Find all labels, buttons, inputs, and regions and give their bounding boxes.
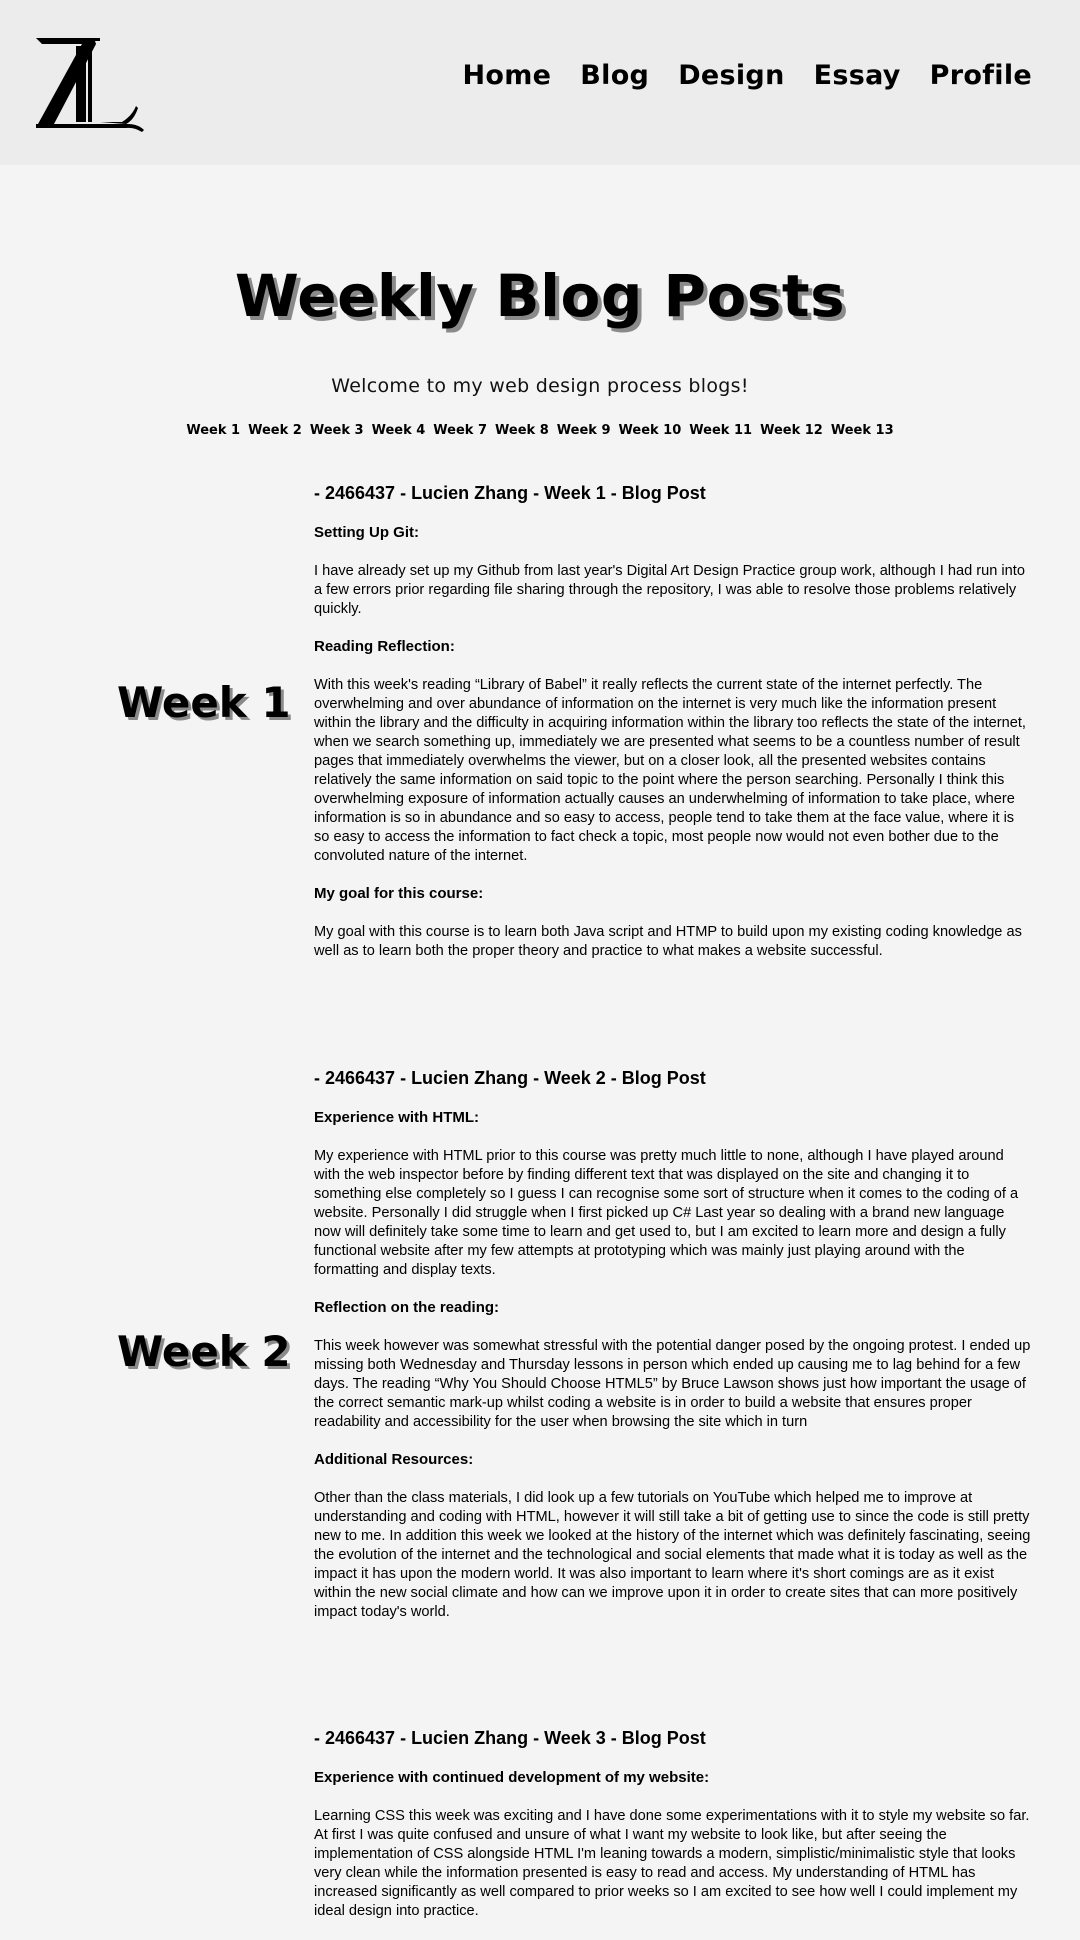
week-link-2[interactable]: Week 2	[248, 423, 302, 438]
week-nav: Week 1 Week 2 Week 3 Week 4 Week 7 Week …	[0, 423, 1080, 438]
section-heading: Reading Reflection:	[314, 638, 455, 655]
section-heading: Experience with HTML:	[314, 1109, 480, 1126]
post-title: - 2466437 - Lucien Zhang - Week 2 - Blog…	[314, 1068, 706, 1088]
nav-profile-link[interactable]: Profile	[930, 60, 1032, 91]
blog-post-week-2: - 2466437 - Lucien Zhang - Week 2 - Blog…	[314, 1068, 1032, 1641]
week-link-12[interactable]: Week 12	[760, 423, 823, 438]
week-link-13[interactable]: Week 13	[831, 423, 894, 438]
nav-design-link[interactable]: Design	[678, 60, 784, 91]
zl-logo[interactable]	[34, 36, 146, 132]
welcome-text: Welcome to my web design process blogs!	[331, 375, 749, 397]
blog-post-week-3: - 2466437 - Lucien Zhang - Week 3 - Blog…	[314, 1728, 1032, 1940]
post-title: - 2466437 - Lucien Zhang - Week 3 - Blog…	[314, 1728, 706, 1748]
week-1-label: Week 1	[117, 678, 291, 727]
section-text: I have already set up my Github from las…	[314, 563, 1025, 617]
week-link-9[interactable]: Week 9	[557, 423, 611, 438]
week-link-4[interactable]: Week 4	[372, 423, 426, 438]
section-heading: My goal for this course:	[314, 885, 484, 902]
section-text: My experience with HTML prior to this co…	[314, 1148, 1019, 1278]
week-2-label: Week 2	[117, 1327, 291, 1376]
week-link-3[interactable]: Week 3	[310, 423, 364, 438]
blog-post-week-1: - 2466437 - Lucien Zhang - Week 1 - Blog…	[314, 483, 1032, 980]
week-link-1[interactable]: Week 1	[186, 423, 240, 438]
page-title: Weekly Blog Posts	[234, 262, 846, 330]
main-nav: Home Blog Design Essay Profile	[462, 60, 1032, 91]
section-heading: Experience with continued development of…	[314, 1769, 710, 1786]
section-heading: Setting Up Git:	[314, 524, 419, 541]
week-link-10[interactable]: Week 10	[619, 423, 682, 438]
week-link-7[interactable]: Week 7	[433, 423, 487, 438]
section-text: With this week's reading “Library of Bab…	[314, 677, 1026, 864]
section-heading: Reflection on the reading:	[314, 1299, 500, 1316]
site-header: Home Blog Design Essay Profile	[0, 0, 1080, 165]
nav-blog-link[interactable]: Blog	[580, 60, 649, 91]
nav-home-link[interactable]: Home	[462, 60, 551, 91]
week-link-8[interactable]: Week 8	[495, 423, 549, 438]
nav-essay-link[interactable]: Essay	[814, 60, 901, 91]
section-text: This week however was somewhat stressful…	[314, 1338, 1031, 1430]
section-text: Learning CSS this week was exciting and …	[314, 1808, 1030, 1919]
week-link-11[interactable]: Week 11	[689, 423, 752, 438]
section-text: My goal with this course is to learn bot…	[314, 924, 1022, 959]
section-text: Other than the class materials, I did lo…	[314, 1490, 1031, 1620]
post-title: - 2466437 - Lucien Zhang - Week 1 - Blog…	[314, 483, 706, 503]
section-heading: Additional Resources:	[314, 1451, 474, 1468]
